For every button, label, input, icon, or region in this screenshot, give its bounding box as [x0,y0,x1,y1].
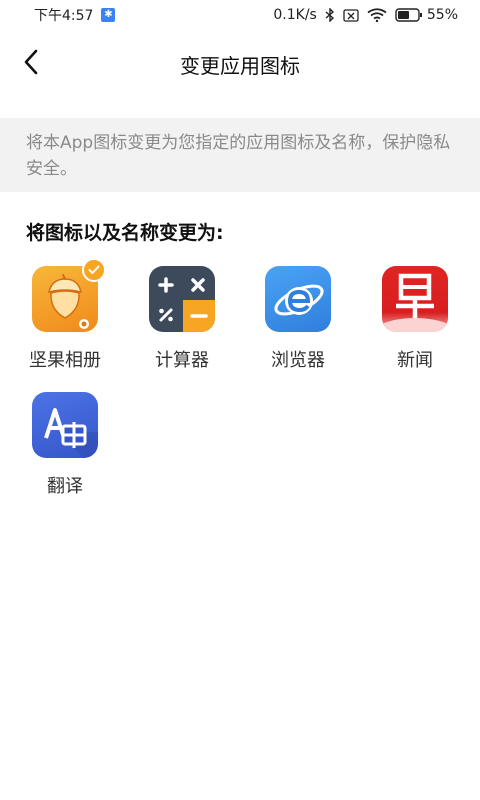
no-sim-icon [343,8,359,22]
section-title: 将图标以及名称变更为: [26,222,224,244]
app-option-calculator[interactable]: 计算器 [127,266,237,372]
calculator-icon [149,266,215,332]
app-option-acorn-album[interactable]: 坚果相册 [10,258,120,372]
battery-indicator: 55% [395,7,458,23]
battery-percent: 55% [426,7,458,23]
page-title: 变更应用图标 [180,54,300,78]
status-time: 下午4:57 [34,8,94,24]
info-banner: 将本App图标变更为您指定的应用图标及名称，保护隐私安全。 [0,118,480,192]
news-icon [382,266,448,332]
status-right: 0.1K/s 55% [273,7,458,23]
network-speed: 0.1K/s [273,7,317,23]
selected-check-icon [82,258,106,282]
translate-icon [32,392,98,458]
status-bar: 下午4:57 ✱ 0.1K/s 55% [0,0,480,30]
wifi-icon [367,8,387,22]
app-option-translate[interactable]: 翻译 [10,392,120,498]
banner-text: 将本App图标变更为您指定的应用图标及名称，保护隐私安全。 [26,133,451,179]
app-label: 翻译 [47,476,83,497]
acorn-album-icon [32,258,106,332]
browser-icon [265,266,331,332]
battery-icon [395,8,422,22]
bluetooth-icon [325,8,335,22]
app-label: 计算器 [155,350,209,371]
app-option-browser[interactable]: 浏览器 [243,266,353,372]
app-label: 浏览器 [271,350,325,371]
app-label: 坚果相册 [29,350,101,371]
bluetooth-notification-icon: ✱ [101,8,116,22]
nav-header: 变更应用图标 [0,30,480,94]
status-left: 下午4:57 ✱ [34,5,116,25]
app-option-news[interactable]: 新闻 [360,266,470,372]
app-label: 新闻 [397,350,433,371]
